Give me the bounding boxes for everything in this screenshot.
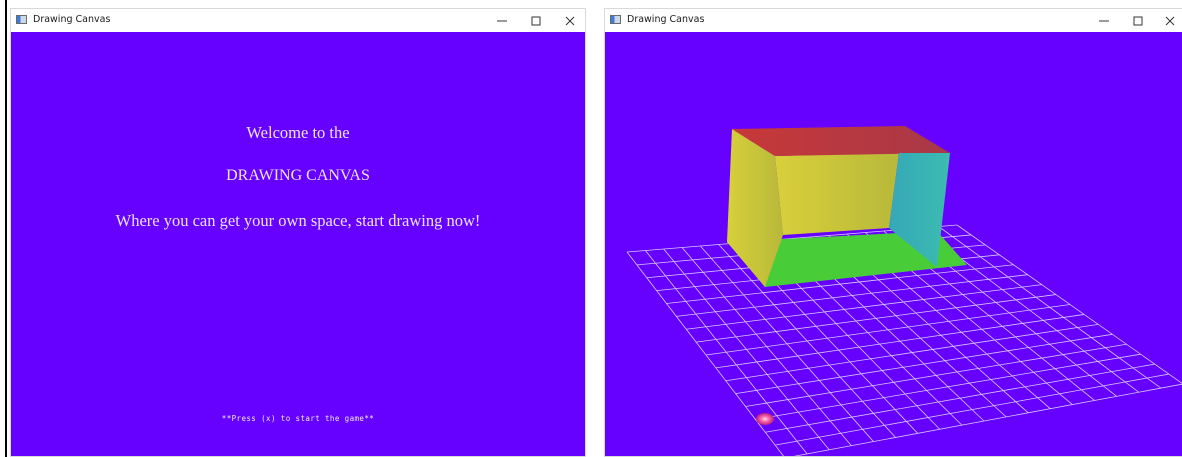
close-icon — [1165, 16, 1175, 26]
grid-line — [775, 373, 1169, 446]
minimize-icon — [497, 16, 507, 26]
minimize-button[interactable] — [1087, 9, 1121, 32]
app-window-icon — [610, 15, 621, 24]
app-window-icon — [16, 15, 27, 24]
left-edge-border — [0, 0, 7, 457]
close-icon — [565, 16, 575, 26]
window-scene[interactable]: Drawing Canvas — [604, 8, 1182, 457]
cursor-marker[interactable] — [756, 413, 774, 425]
maximize-button[interactable] — [1121, 9, 1155, 32]
welcome-line-1: Welcome to the — [246, 123, 350, 142]
screen: Drawing Canvas Welcome to the DRAWING CA… — [0, 0, 1182, 457]
grid-line — [745, 343, 1127, 407]
maximize-button[interactable] — [519, 9, 553, 32]
grid-line — [686, 284, 1042, 330]
welcome-title: DRAWING CANVAS — [226, 167, 370, 184]
drawing-canvas[interactable]: Welcome to the DRAWING CANVAS Where you … — [11, 32, 585, 456]
welcome-line-3: Where you can get your own space, start … — [115, 211, 481, 230]
window-welcome[interactable]: Drawing Canvas Welcome to the DRAWING CA… — [10, 8, 586, 457]
minimize-button[interactable] — [485, 9, 519, 32]
window-title: Drawing Canvas — [627, 14, 705, 25]
close-button[interactable] — [1153, 9, 1182, 32]
box-back-front-face — [775, 153, 899, 235]
window-title: Drawing Canvas — [33, 14, 111, 25]
minimize-icon — [1099, 16, 1109, 26]
start-hint: **Press (x) to start the game** — [221, 414, 375, 423]
scene-3d[interactable] — [605, 32, 1182, 457]
grid-line — [705, 304, 1071, 356]
maximize-icon — [1133, 16, 1143, 26]
maximize-icon — [531, 16, 541, 26]
drawing-canvas-3d[interactable] — [605, 32, 1182, 456]
grid-line — [676, 274, 1028, 317]
close-button[interactable] — [553, 9, 585, 32]
grid-line — [626, 251, 784, 456]
titlebar[interactable]: Drawing Canvas — [11, 9, 585, 32]
grid-line — [725, 323, 1099, 382]
box-3d[interactable] — [727, 126, 967, 287]
titlebar[interactable]: Drawing Canvas — [605, 9, 1182, 32]
